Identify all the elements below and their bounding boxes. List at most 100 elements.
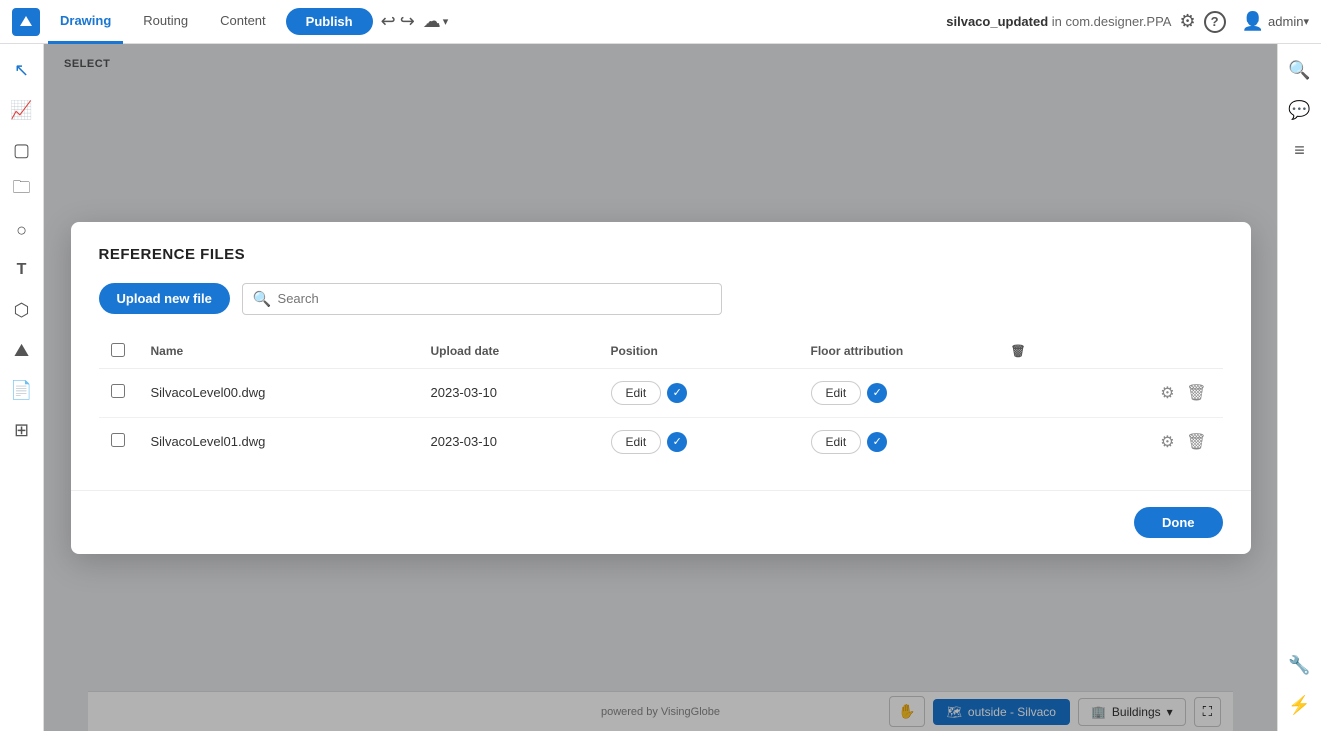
user-icon: 👤 [1242,11,1264,32]
main-area: SELECT REFERENCE FILES Upload new file 🔍 [44,44,1277,731]
header-trash-icon: 🗑 [1011,344,1026,358]
row-settings-button-1[interactable]: ⚙ [1156,428,1178,456]
row-delete-button-1[interactable]: 🗑 [1182,428,1210,456]
help-button[interactable]: ? [1204,11,1226,33]
text-icon: T [17,261,27,279]
reference-files-modal: REFERENCE FILES Upload new file 🔍 [71,222,1251,554]
doc-icon: 📄 [10,380,32,401]
right-lightning-button[interactable]: ⚡ [1282,687,1318,723]
done-button[interactable]: Done [1134,507,1223,538]
header-upload-date: Upload date [419,335,599,369]
sidebar-3d-tool[interactable]: ⬡ [4,292,40,328]
sidebar-landscape-tool[interactable]: ⛰ [4,332,40,368]
help-icon: ? [1204,11,1226,33]
cube-icon: ⬡ [14,300,30,321]
user-label: admin [1268,14,1303,29]
search-icon: 🔍 [253,290,272,308]
circle-icon: ○ [16,220,27,241]
search-input[interactable] [278,291,711,306]
row-position-edit-1[interactable]: Edit [611,430,662,454]
settings-icon: ⚙ [1179,11,1195,32]
landscape-icon: ⛰ [14,340,29,361]
floor-check-icon-1: ✓ [867,432,887,452]
position-check-icon-0: ✓ [667,383,687,403]
right-wrench-icon: 🔧 [1288,655,1310,676]
header-actions: 🗑 [999,335,1223,369]
right-search-button[interactable]: 🔍 [1282,52,1318,88]
modal-body: REFERENCE FILES Upload new file 🔍 [71,222,1251,490]
table-header-row: Name Upload date Position Floor attribut… [99,335,1223,369]
floor-check-icon-0: ✓ [867,383,887,403]
sidebar-doc-tool[interactable]: 📄 [4,372,40,408]
row-checkbox-1[interactable] [111,433,125,447]
project-name: silvaco_updated [946,14,1048,29]
search-box: 🔍 [242,283,722,315]
project-info: silvaco_updated in com.designer.PPA [946,14,1171,29]
reference-files-table: Name Upload date Position Floor attribut… [99,335,1223,466]
row-delete-icon-1: 🗑 [1186,434,1206,451]
row-checkbox-cell-1 [99,417,139,466]
row-position-1: Edit ✓ [599,417,799,466]
right-chat-icon: 💬 [1288,100,1310,121]
redo-button[interactable]: ↪ [400,11,415,32]
sidebar-analytics-tool[interactable]: 📈 [4,92,40,128]
cloud-icon: ☁ [423,11,441,32]
position-check-icon-1: ✓ [667,432,687,452]
row-settings-icon-1: ⚙ [1160,434,1174,451]
sidebar-text-tool[interactable]: T [4,252,40,288]
header-position: Position [599,335,799,369]
modal-footer: Done [71,490,1251,554]
row-delete-button-0[interactable]: 🗑 [1182,379,1210,407]
right-wrench-button[interactable]: 🔧 [1282,647,1318,683]
row-floor-0: Edit ✓ [799,368,999,417]
app-logo [12,8,40,36]
row-floor-edit-1[interactable]: Edit [811,430,862,454]
row-floor-edit-0[interactable]: Edit [811,381,862,405]
modal-title: REFERENCE FILES [99,246,1223,263]
left-sidebar: ↖ 📈 ▢ 🗀 ○ T ⬡ ⛰ 📄 ⊞ [0,44,44,731]
tab-drawing[interactable]: Drawing [48,0,123,44]
row-actions-1: ⚙ 🗑 [999,417,1223,466]
cloud-dropdown-icon: ▾ [443,15,449,28]
right-list-button[interactable]: ≡ [1282,132,1318,168]
sidebar-rect-tool[interactable]: ▢ [4,132,40,168]
header-checkbox-cell [99,335,139,369]
sidebar-cursor-tool[interactable]: ↖ [4,52,40,88]
row-name-0: SilvacoLevel00.dwg [139,368,419,417]
modal-overlay: REFERENCE FILES Upload new file 🔍 [44,44,1277,731]
sidebar-layers-tool[interactable]: ⊞ [4,412,40,448]
row-checkbox-0[interactable] [111,384,125,398]
upload-new-file-button[interactable]: Upload new file [99,283,230,314]
right-chat-button[interactable]: 💬 [1282,92,1318,128]
sidebar-circle-tool[interactable]: ○ [4,212,40,248]
row-position-0: Edit ✓ [599,368,799,417]
header-name: Name [139,335,419,369]
right-list-icon: ≡ [1294,140,1305,161]
publish-button[interactable]: Publish [286,8,373,35]
row-date-1: 2023-03-10 [419,417,599,466]
undo-button[interactable]: ↩ [381,11,396,32]
project-settings-button[interactable]: ⚙ [1179,11,1195,32]
row-position-edit-0[interactable]: Edit [611,381,662,405]
right-sidebar: 🔍 💬 ≡ 🔧 ⚡ [1277,44,1321,731]
header-floor-attribution: Floor attribution [799,335,999,369]
sidebar-folder-tool[interactable]: 🗀 [4,172,40,208]
row-settings-button-0[interactable]: ⚙ [1156,379,1178,407]
row-date-0: 2023-03-10 [419,368,599,417]
topbar: Drawing Routing Content Publish ↩ ↪ ☁ ▾ … [0,0,1321,44]
chart-icon: 📈 [10,100,32,121]
table-row: SilvacoLevel01.dwg 2023-03-10 Edit ✓ Edi… [99,417,1223,466]
modal-toolbar: Upload new file 🔍 [99,283,1223,315]
user-menu-button[interactable]: 👤 admin ▾ [1242,11,1309,32]
row-settings-icon-0: ⚙ [1160,385,1174,402]
tab-content[interactable]: Content [208,0,278,44]
cloud-button[interactable]: ☁ ▾ [423,11,449,32]
row-actions-0: ⚙ 🗑 [999,368,1223,417]
row-name-1: SilvacoLevel01.dwg [139,417,419,466]
right-search-icon: 🔍 [1288,60,1310,81]
select-all-checkbox[interactable] [111,343,125,357]
folder-icon: 🗀 [13,175,31,205]
tab-routing[interactable]: Routing [131,0,200,44]
row-checkbox-cell-0 [99,368,139,417]
user-dropdown-icon: ▾ [1303,15,1309,28]
